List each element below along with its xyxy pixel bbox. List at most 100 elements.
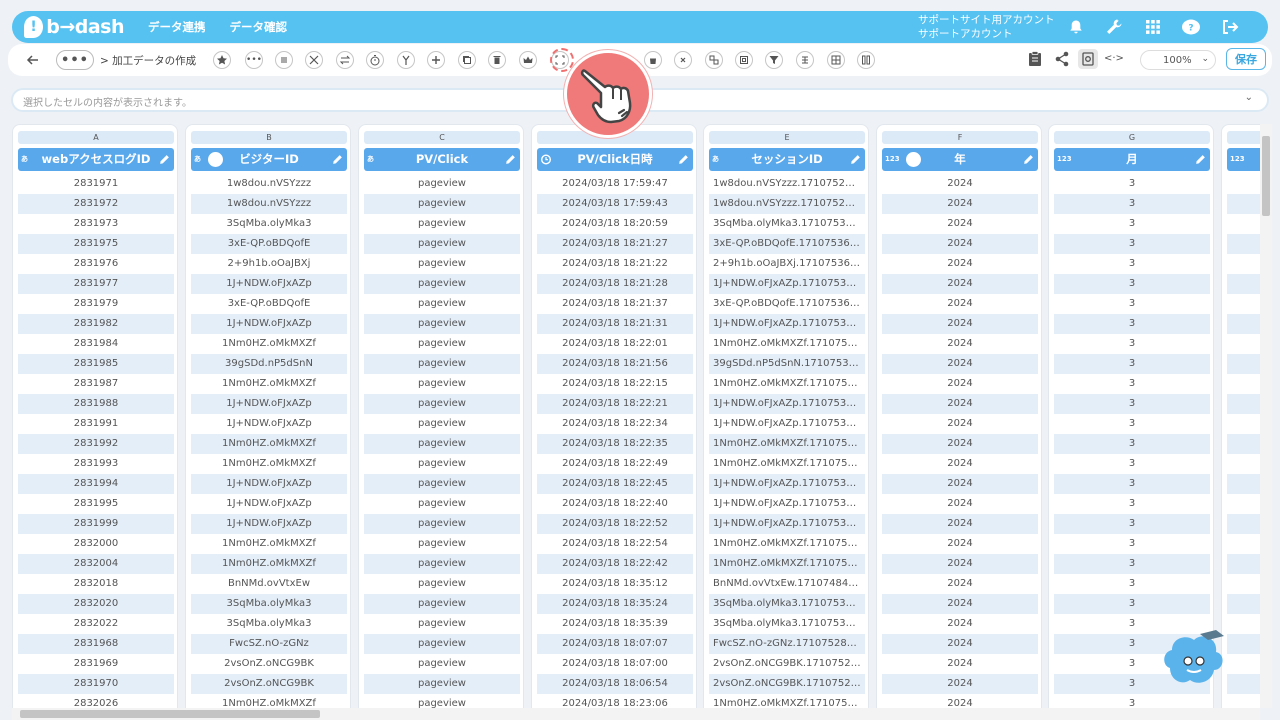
table-cell[interactable]: 1J+NDW.oFJxAZp.17107532... bbox=[709, 414, 865, 434]
table-cell[interactable]: 1J+NDW.oFJxAZp.17107532... bbox=[709, 514, 865, 534]
table-cell[interactable]: 2024/03/18 18:21:22 bbox=[537, 254, 693, 274]
table-cell[interactable]: 3 bbox=[1054, 454, 1210, 474]
table-cell[interactable]: pageview bbox=[364, 634, 520, 654]
table-cell[interactable]: 2024 bbox=[882, 594, 1038, 614]
table-cell[interactable]: 2024 bbox=[882, 634, 1038, 654]
table-cell[interactable] bbox=[1227, 194, 1260, 214]
table-cell[interactable]: 3 bbox=[1054, 294, 1210, 314]
table-cell[interactable]: 3 bbox=[1054, 514, 1210, 534]
table-cell[interactable]: 2832000 bbox=[18, 534, 174, 554]
table-cell[interactable]: 1J+NDW.oFJxAZp bbox=[191, 514, 347, 534]
horizontal-scrollbar[interactable] bbox=[12, 708, 1260, 720]
pencil-icon[interactable] bbox=[1194, 153, 1207, 166]
column-header[interactable]: あ セッションID bbox=[709, 148, 865, 171]
help-chat-icon[interactable]: ? bbox=[1179, 15, 1203, 39]
table-cell[interactable]: 1J+NDW.oFJxAZp bbox=[191, 314, 347, 334]
table-cell[interactable]: 1J+NDW.oFJxAZp bbox=[191, 474, 347, 494]
table-cell[interactable]: pageview bbox=[364, 194, 520, 214]
table-cell[interactable]: 2024 bbox=[882, 174, 1038, 194]
table-cell[interactable]: pageview bbox=[364, 434, 520, 454]
table-cell[interactable]: pageview bbox=[364, 394, 520, 414]
table-cell[interactable]: 1w8dou.nVSYzzz.171075214... bbox=[709, 174, 865, 194]
table-cell[interactable]: 2vsOnZ.oNCG9BK.17107528... bbox=[709, 674, 865, 694]
table-cell[interactable]: 2832026 bbox=[18, 694, 174, 708]
refresh-doc-icon[interactable] bbox=[1078, 49, 1098, 69]
table-cell[interactable]: 2024/03/18 18:35:12 bbox=[537, 574, 693, 594]
table-cell[interactable]: 2831968 bbox=[18, 634, 174, 654]
table-cell[interactable]: 2832020 bbox=[18, 594, 174, 614]
table-cell[interactable]: 3 bbox=[1054, 394, 1210, 414]
column-header[interactable]: あ ビジターID bbox=[191, 148, 347, 171]
table-cell[interactable] bbox=[1227, 614, 1260, 634]
close-circle-icon[interactable] bbox=[674, 51, 692, 69]
pencil-icon[interactable] bbox=[158, 153, 171, 166]
table-cell[interactable]: 2024 bbox=[882, 654, 1038, 674]
column-header[interactable]: あ PV/Click bbox=[364, 148, 520, 171]
table-cell[interactable]: 2831979 bbox=[18, 294, 174, 314]
swap-icon[interactable] bbox=[336, 51, 354, 69]
table-cell[interactable]: pageview bbox=[364, 294, 520, 314]
table-cell[interactable]: 2+9h1b.oOaJBXj.171075368... bbox=[709, 254, 865, 274]
pencil-icon[interactable] bbox=[677, 153, 690, 166]
column-letter[interactable]: F bbox=[882, 131, 1038, 144]
table-cell[interactable]: pageview bbox=[364, 354, 520, 374]
table-cell[interactable]: 2vsOnZ.oNCG9BK.17107528... bbox=[709, 654, 865, 674]
table-cell[interactable]: 2024/03/18 18:21:37 bbox=[537, 294, 693, 314]
table-cell[interactable]: 2024/03/18 18:22:40 bbox=[537, 494, 693, 514]
timer-icon[interactable] bbox=[366, 51, 384, 69]
table-cell[interactable]: 2024 bbox=[882, 254, 1038, 274]
table-cell[interactable]: 3SqMba.olyMka3 bbox=[191, 214, 347, 234]
table-cell[interactable]: 2024/03/18 17:59:43 bbox=[537, 194, 693, 214]
table-cell[interactable]: 2831970 bbox=[18, 674, 174, 694]
table-cell[interactable]: 3 bbox=[1054, 314, 1210, 334]
table-cell[interactable]: 1w8dou.nVSYzzz bbox=[191, 174, 347, 194]
table-cell[interactable]: 3xE-QP.oBDQofE bbox=[191, 234, 347, 254]
table-cell[interactable]: 1Nm0HZ.oMkMXZf bbox=[191, 454, 347, 474]
pencil-icon[interactable] bbox=[504, 153, 517, 166]
table-cell[interactable]: 2024 bbox=[882, 534, 1038, 554]
filter-icon[interactable] bbox=[765, 51, 783, 69]
table-cell[interactable]: 2024 bbox=[882, 474, 1038, 494]
table-cell[interactable]: 1Nm0HZ.oMkMXZf.17107537... bbox=[709, 454, 865, 474]
scrollbar-thumb[interactable] bbox=[1262, 136, 1270, 216]
column-header[interactable]: 123 bbox=[1227, 148, 1260, 171]
table-cell[interactable]: 1Nm0HZ.oMkMXZf bbox=[191, 694, 347, 708]
table-cell[interactable]: 39gSDd.nP5dSnN bbox=[191, 354, 347, 374]
table-cell[interactable]: 2vsOnZ.oNCG9BK bbox=[191, 674, 347, 694]
table-cell[interactable]: pageview bbox=[364, 274, 520, 294]
table-cell[interactable]: 2024 bbox=[882, 374, 1038, 394]
table-cell[interactable]: 2831969 bbox=[18, 654, 174, 674]
table-cell[interactable]: 3 bbox=[1054, 594, 1210, 614]
table-cell[interactable]: 1J+NDW.oFJxAZp.17107532... bbox=[709, 314, 865, 334]
columns-icon[interactable] bbox=[857, 51, 875, 69]
table-cell[interactable]: 2024 bbox=[882, 674, 1038, 694]
merge-icon[interactable] bbox=[397, 51, 415, 69]
table-cell[interactable]: 2024/03/18 18:22:21 bbox=[537, 394, 693, 414]
table-cell[interactable] bbox=[1227, 254, 1260, 274]
table-cell[interactable] bbox=[1227, 554, 1260, 574]
table-cell[interactable]: 1w8dou.nVSYzzz.171075214... bbox=[709, 194, 865, 214]
table-cell[interactable]: pageview bbox=[364, 314, 520, 334]
table-cell[interactable]: 2831995 bbox=[18, 494, 174, 514]
column-letter[interactable]: B bbox=[191, 131, 347, 144]
table-cell[interactable]: 2024/03/18 18:07:07 bbox=[537, 634, 693, 654]
table-cell[interactable]: 3SqMba.olyMka3 bbox=[191, 594, 347, 614]
table-cell[interactable]: 1J+NDW.oFJxAZp bbox=[191, 394, 347, 414]
table-cell[interactable]: 1J+NDW.oFJxAZp.17107532... bbox=[709, 274, 865, 294]
pencil-icon[interactable] bbox=[849, 153, 862, 166]
list-icon[interactable] bbox=[275, 51, 293, 69]
table-cell[interactable] bbox=[1227, 574, 1260, 594]
table-cell[interactable]: 2024 bbox=[882, 454, 1038, 474]
table-cell[interactable]: 2024/03/18 18:22:15 bbox=[537, 374, 693, 394]
column-header[interactable]: 123 年 bbox=[882, 148, 1038, 171]
column-letter[interactable] bbox=[1227, 131, 1260, 144]
table-cell[interactable] bbox=[1227, 314, 1260, 334]
table-cell[interactable]: pageview bbox=[364, 414, 520, 434]
table-cell[interactable]: 2024/03/18 18:35:24 bbox=[537, 594, 693, 614]
table-cell[interactable]: 2024 bbox=[882, 414, 1038, 434]
save-button[interactable]: 保存 bbox=[1226, 48, 1266, 70]
table-cell[interactable]: 3 bbox=[1054, 474, 1210, 494]
column-header[interactable]: 123 月 bbox=[1054, 148, 1210, 171]
table-cell[interactable] bbox=[1227, 234, 1260, 254]
crown-icon[interactable] bbox=[519, 51, 537, 69]
